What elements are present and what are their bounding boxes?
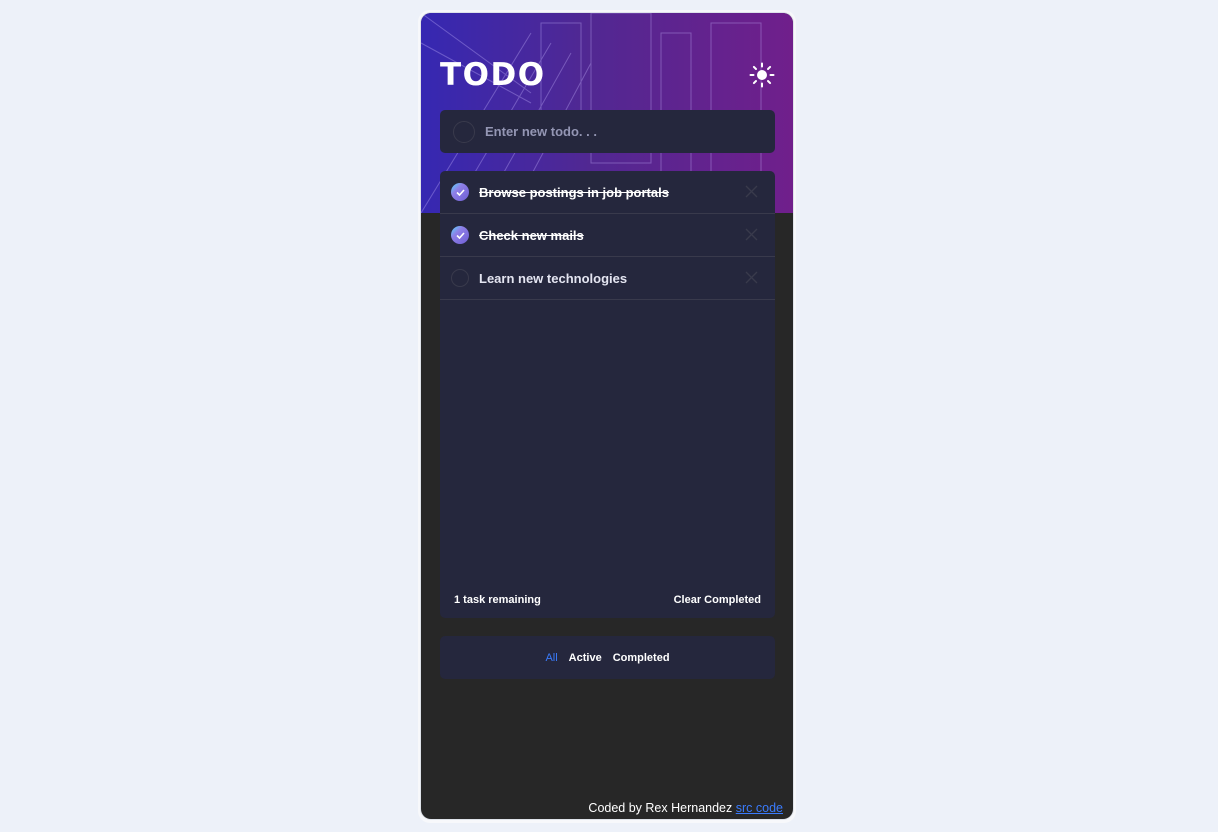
todo-item[interactable]: Check new mails [440,214,775,257]
close-icon[interactable] [745,185,758,198]
src-code-link[interactable]: src code [736,801,783,815]
todo-item[interactable]: Browse postings in job portals [440,171,775,214]
filter-active[interactable]: Active [569,652,602,664]
filter-completed[interactable]: Completed [613,652,670,664]
new-todo-input[interactable] [483,123,763,140]
todo-text: Learn new technologies [479,270,628,286]
close-icon[interactable] [745,271,758,284]
todo-app: TODO Browse postings in job portals [421,13,793,819]
app-title: TODO [440,57,546,93]
filter-all[interactable]: All [545,652,557,664]
remaining-count: 1 task remaining [454,594,541,606]
filter-bar: All Active Completed [440,636,775,679]
completed-check-icon[interactable] [451,183,469,201]
completed-check-icon[interactable] [451,226,469,244]
credit-text: Coded by Rex Hernandez [588,801,733,815]
todo-text: Check new mails [479,227,584,243]
credit: Coded by Rex Hernandez src code [588,801,783,815]
new-todo-bar [440,110,775,153]
incomplete-check-circle[interactable] [451,269,469,287]
close-icon[interactable] [745,228,758,241]
new-todo-check-circle[interactable] [453,120,475,143]
todo-list: Browse postings in job portals Check new… [440,171,775,618]
list-footer: 1 task remaining Clear Completed [440,582,775,618]
todo-item[interactable]: Learn new technologies [440,257,775,300]
sun-icon[interactable] [749,62,775,88]
todo-text: Browse postings in job portals [479,184,669,200]
clear-completed-button[interactable]: Clear Completed [674,594,761,606]
